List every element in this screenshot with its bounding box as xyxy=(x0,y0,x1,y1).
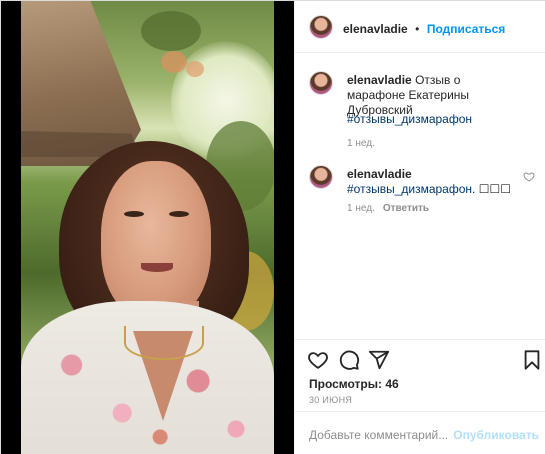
comment-input[interactable]: Добавьте комментарий... xyxy=(309,428,448,442)
heart-icon[interactable] xyxy=(307,349,329,371)
add-comment-bar: Добавьте комментарий... Опубликовать xyxy=(295,411,545,454)
video-flowers xyxy=(186,61,204,77)
caption-item: elenavladie Отзыв о марафоне Екатерины Д… xyxy=(309,71,535,171)
video-person-face xyxy=(101,161,211,321)
caption-hashtag-line: #отзывы_дизмарафон xyxy=(347,112,517,127)
caption-hashtag[interactable]: #отзывы_дизмарафон xyxy=(347,112,472,126)
follow-button[interactable]: Подписаться xyxy=(427,22,505,36)
comment-username[interactable]: elenavladie xyxy=(347,167,517,182)
video-flowers xyxy=(161,51,187,73)
post-date[interactable]: 30 ИЮНЯ xyxy=(309,395,352,405)
comment-hashtag[interactable]: #отзывы_дизмарафон. xyxy=(347,182,475,196)
video-person-shirt xyxy=(21,301,274,454)
share-icon[interactable] xyxy=(368,349,390,371)
video-person-necklace xyxy=(124,326,204,360)
video-person-eye xyxy=(169,211,189,217)
caption-avatar[interactable] xyxy=(309,71,333,95)
comment-icon[interactable] xyxy=(338,349,360,371)
author-username[interactable]: elenavladie xyxy=(343,22,408,36)
action-bar: Просмотры: 46 30 ИЮНЯ xyxy=(295,339,545,411)
caption-username[interactable]: elenavladie xyxy=(347,73,412,87)
video-person-eye xyxy=(124,211,144,217)
comment-meta: 1 нед. Ответить xyxy=(347,203,429,214)
separator-dot: • xyxy=(415,22,420,36)
comment-like-heart-icon[interactable] xyxy=(523,171,535,183)
caption-meta: 1 нед. xyxy=(347,138,375,149)
comment-avatar[interactable] xyxy=(309,165,333,189)
header-line: elenavladie • Подписаться xyxy=(343,20,505,38)
video-foliage xyxy=(141,11,201,51)
comment-item: elenavladie #отзывы_дизмарафон. ☐☐☐ 1 не… xyxy=(309,165,535,225)
video-player[interactable] xyxy=(21,1,274,454)
comment-text: ☐☐☐ xyxy=(475,182,511,196)
comments-list: elenavladie Отзыв о марафоне Екатерины Д… xyxy=(295,54,545,339)
video-person-mouth xyxy=(141,263,173,272)
bookmark-icon[interactable] xyxy=(521,349,543,371)
caption-time[interactable]: 1 нед. xyxy=(347,138,375,149)
author-avatar[interactable] xyxy=(309,15,333,39)
instagram-post: elenavladie • Подписаться elenavladie От… xyxy=(0,0,545,454)
publish-button[interactable]: Опубликовать xyxy=(453,428,539,442)
comment-text-block: elenavladie #отзывы_дизмарафон. ☐☐☐ xyxy=(347,167,517,197)
post-sidebar: elenavladie • Подписаться elenavladie От… xyxy=(294,1,545,454)
post-media[interactable] xyxy=(1,1,294,454)
comment-time[interactable]: 1 нед. xyxy=(347,203,375,214)
reply-button[interactable]: Ответить xyxy=(383,203,429,214)
views-count[interactable]: Просмотры: 46 xyxy=(309,377,399,391)
post-header: elenavladie • Подписаться xyxy=(295,1,545,53)
